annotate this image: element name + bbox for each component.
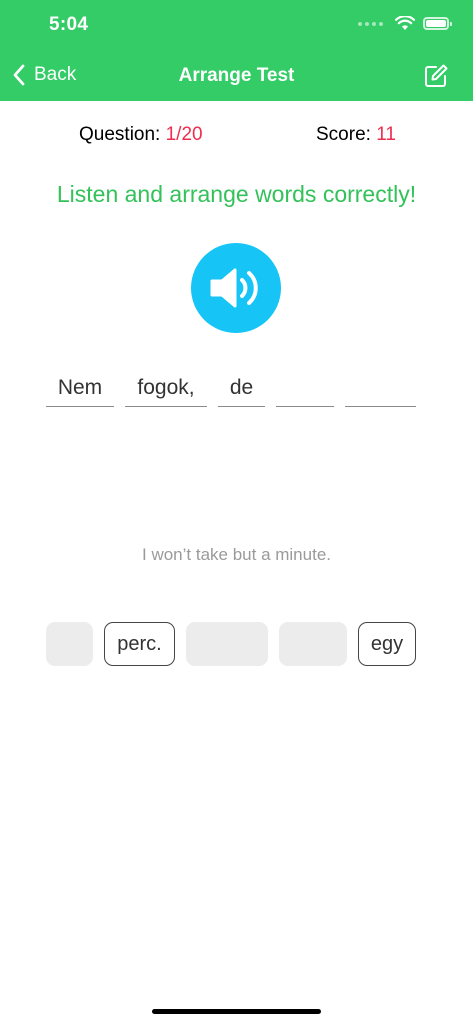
answer-slot-2[interactable]: fogok, (125, 372, 207, 407)
navigation-header: 5:04 Back Arrange Test (0, 0, 473, 101)
word-tile-1[interactable] (46, 622, 93, 666)
score-label: Score: (316, 124, 371, 145)
word-tile-3[interactable] (186, 622, 268, 666)
square-pencil-icon (425, 64, 448, 87)
score-value: 11 (376, 124, 396, 145)
question-counter: Question: 1/20 (79, 124, 203, 146)
question-value: 1/20 (165, 124, 203, 145)
play-audio-button[interactable] (191, 243, 281, 333)
wifi-icon (395, 16, 415, 30)
answer-slot-1[interactable]: Nem (46, 372, 114, 407)
word-tile-5[interactable]: egy (358, 622, 416, 666)
score-counter: Score: 11 (316, 124, 396, 146)
word-tile-2[interactable]: perc. (104, 622, 175, 666)
edit-button[interactable] (423, 63, 449, 89)
answer-slot-3[interactable]: de (218, 372, 265, 407)
answer-slot-5[interactable] (345, 372, 416, 407)
status-icons (358, 16, 452, 31)
translation-text: I won’t take but a minute. (142, 545, 331, 564)
cellular-signal-icon (358, 21, 383, 26)
answer-slot-4[interactable] (276, 372, 334, 407)
home-indicator (152, 1009, 321, 1014)
page-title: Arrange Test (178, 65, 295, 86)
battery-icon (423, 17, 452, 30)
instruction-text: Listen and arrange words correctly! (56, 181, 417, 207)
word-tile-4[interactable] (279, 622, 347, 666)
status-time: 5:04 (49, 14, 89, 35)
question-label: Question: (79, 124, 161, 145)
speaker-wave-icon (210, 268, 258, 308)
